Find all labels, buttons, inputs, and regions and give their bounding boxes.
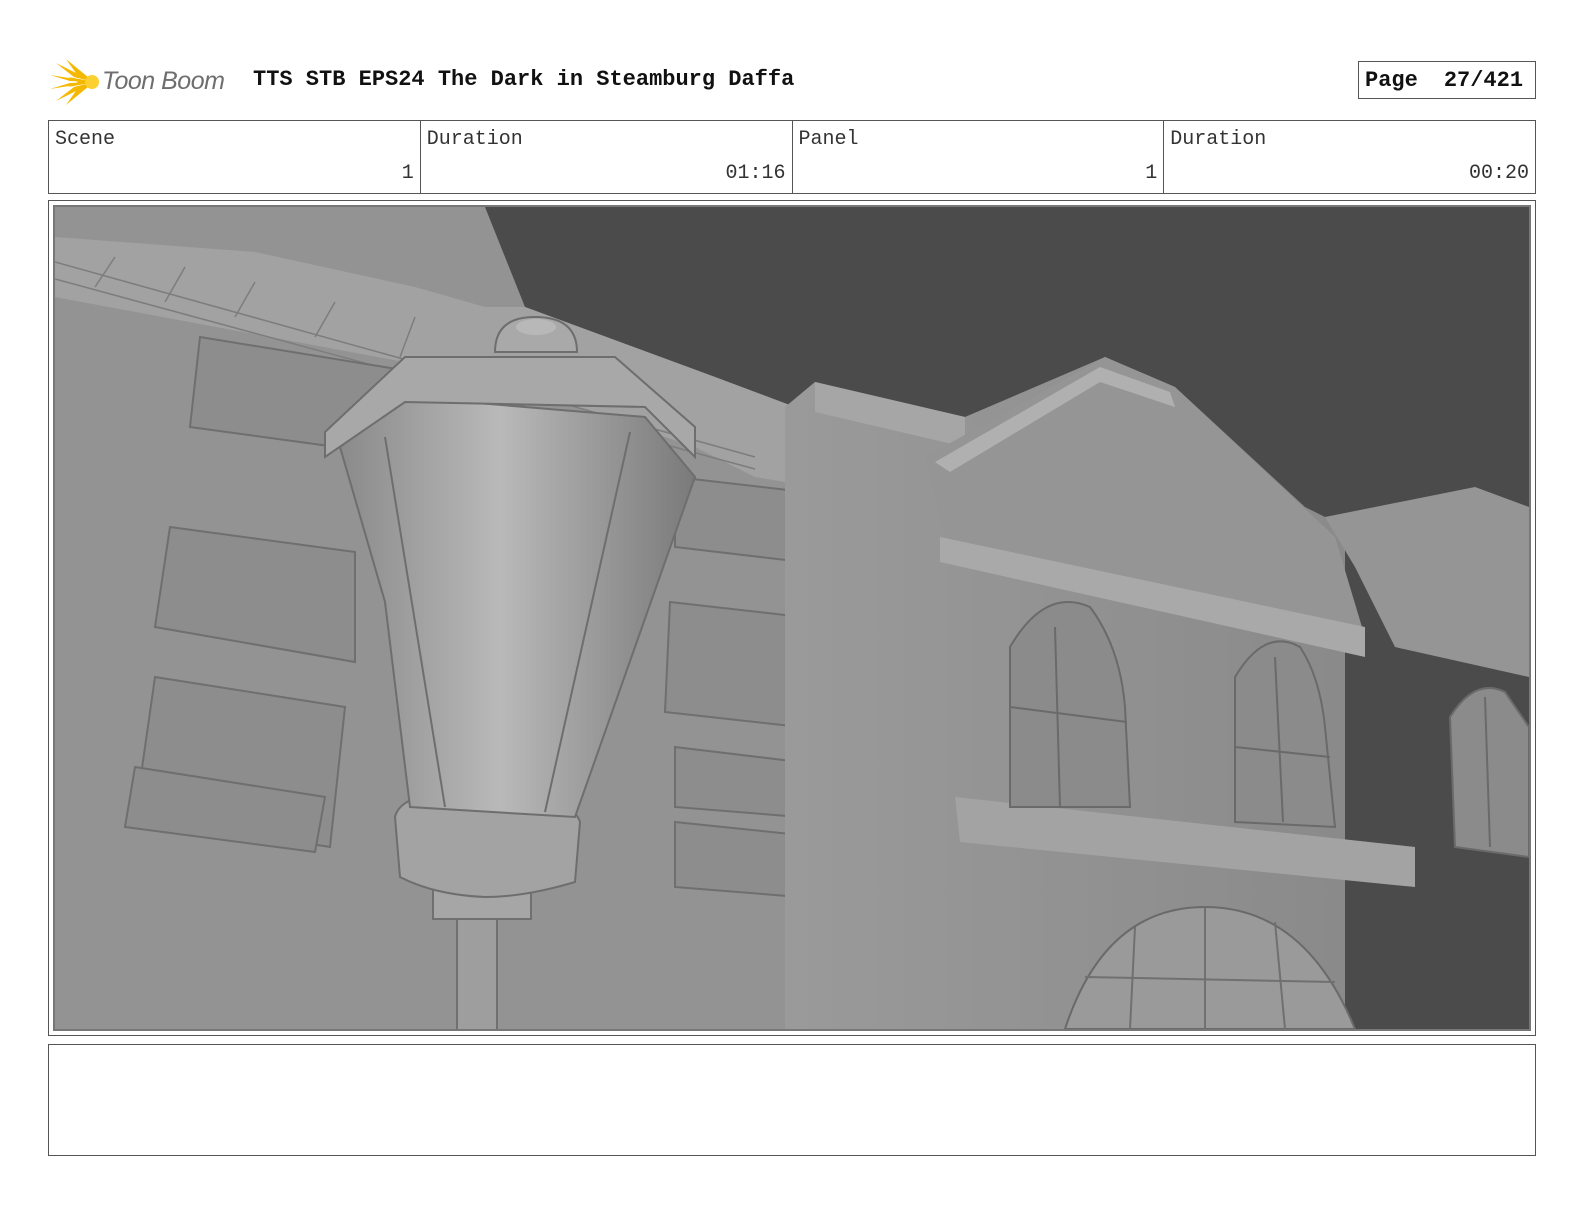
- panel-duration-label: Duration: [1170, 128, 1267, 151]
- scene-cell: Scene 1: [49, 121, 421, 193]
- panel-label: Panel: [798, 128, 859, 151]
- panel-notes-box: [48, 1044, 1536, 1156]
- page-number: 27/421: [1443, 67, 1524, 93]
- toon-boom-logo: Toon Boom: [48, 57, 238, 107]
- scene-duration-cell: Duration 01:16: [421, 121, 793, 193]
- page-header: Toon Boom TTS STB EPS24 The Dark in Stea…: [48, 55, 1536, 107]
- page-label: Page: [1365, 67, 1418, 93]
- document-title: TTS STB EPS24 The Dark in Steamburg Daff…: [253, 67, 795, 92]
- page-indicator: Page 27/421: [1358, 61, 1536, 99]
- panel-value: 1: [1145, 162, 1158, 185]
- scene-duration-value: 01:16: [725, 162, 786, 185]
- panel-duration-value: 00:20: [1468, 162, 1529, 185]
- scene-value: 1: [401, 162, 414, 185]
- storyboard-scene-illustration: [55, 207, 1529, 1029]
- panel-frame: [48, 200, 1536, 1036]
- scene-label: Scene: [55, 128, 116, 151]
- panel-cell: Panel 1: [793, 121, 1165, 193]
- scene-info-table: Scene 1 Duration 01:16 Panel 1 Duration …: [48, 120, 1536, 194]
- panel-duration-cell: Duration 00:20: [1164, 121, 1535, 193]
- panel-image: [53, 205, 1531, 1031]
- scene-duration-label: Duration: [426, 128, 523, 151]
- logo-text: Toon Boom: [102, 67, 225, 95]
- starburst-logo-icon: [50, 59, 99, 105]
